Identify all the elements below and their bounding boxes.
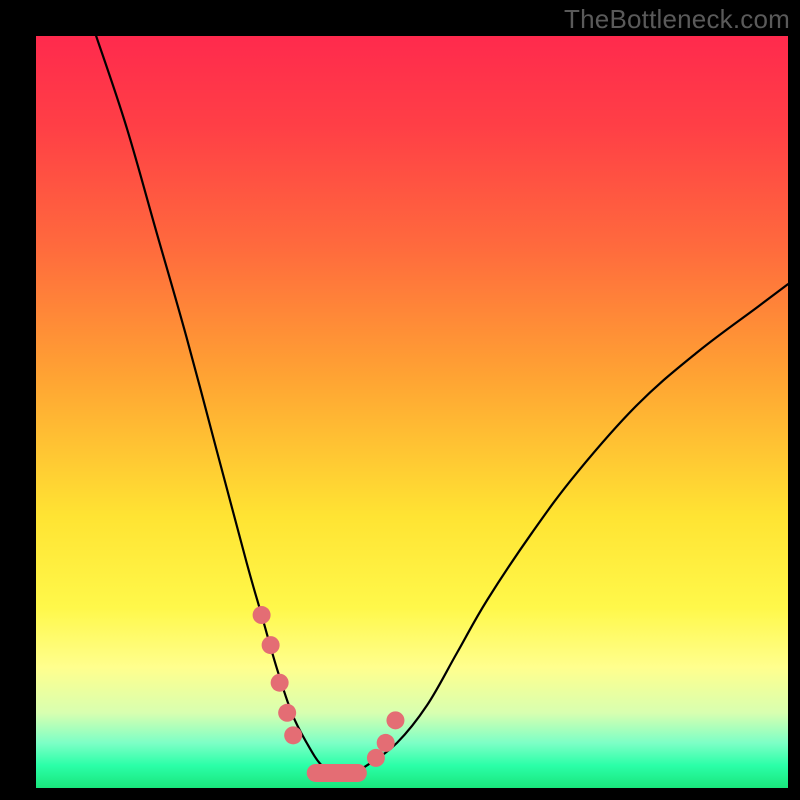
- bottleneck-curve-line: [96, 36, 788, 774]
- chart-stage: TheBottleneck.com: [0, 0, 800, 800]
- bottleneck-chart: [36, 36, 788, 788]
- markers-right-leg: [367, 711, 405, 767]
- plot-area: [36, 36, 788, 788]
- markers-left-leg: [253, 606, 303, 744]
- watermark-text: TheBottleneck.com: [564, 4, 790, 35]
- valley-pill-marker: [307, 764, 367, 782]
